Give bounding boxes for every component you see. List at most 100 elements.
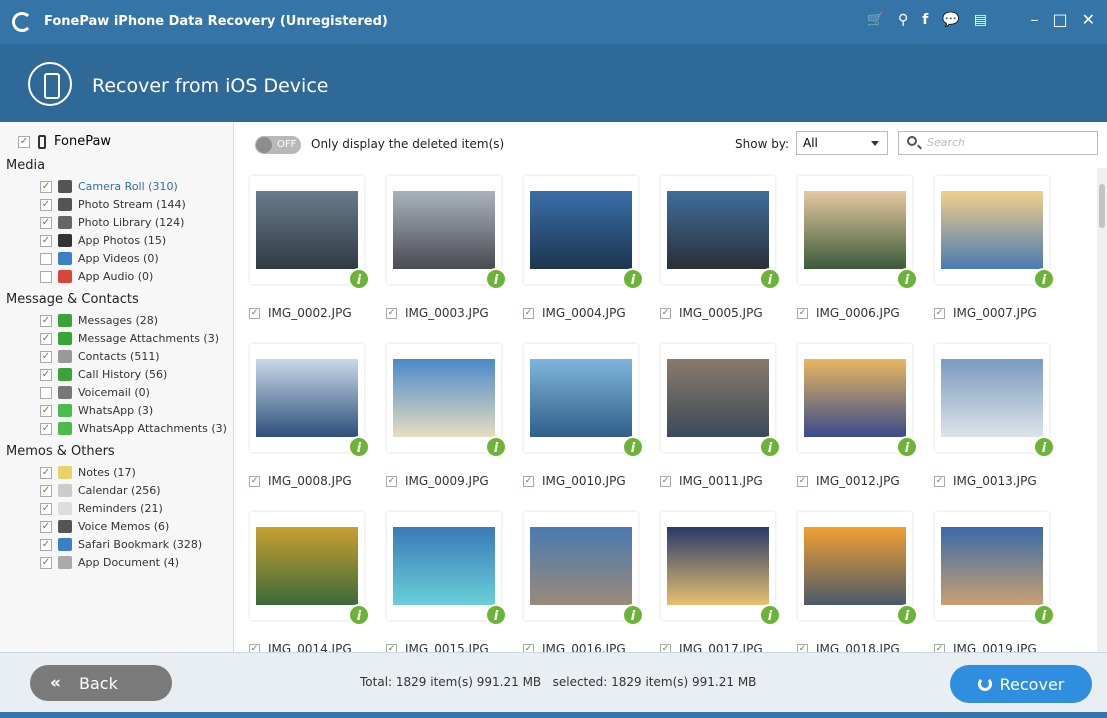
sidebar-item[interactable]: ✓ Message Attachments (3) (40, 332, 219, 345)
photo-thumbnail[interactable]: i (798, 344, 918, 458)
register-icon[interactable]: ▤ (974, 12, 987, 28)
photo-thumbnail[interactable]: i (935, 344, 1055, 458)
sidebar-item[interactable]: ✓ Notes (17) (40, 466, 136, 479)
photo-thumbnail[interactable]: i (387, 176, 507, 290)
sidebar-item-checkbox[interactable]: ✓ (40, 484, 52, 497)
info-icon[interactable]: i (1033, 436, 1055, 458)
photo-thumbnail[interactable]: i (250, 512, 370, 626)
info-icon[interactable]: i (348, 604, 370, 626)
photo-checkbox[interactable]: ✓ (660, 643, 671, 652)
sidebar-item-checkbox[interactable]: ✓ (40, 520, 52, 533)
photo-thumbnail[interactable]: i (798, 176, 918, 290)
sidebar-item-checkbox[interactable]: ✓ (40, 538, 52, 551)
deleted-only-toggle[interactable]: OFF (255, 136, 301, 154)
info-icon[interactable]: i (759, 604, 781, 626)
info-icon[interactable]: i (622, 604, 644, 626)
photo-tile[interactable]: i ✓ IMG_0009.JPG (372, 336, 508, 496)
info-icon[interactable]: i (1033, 604, 1055, 626)
scrollbar-thumb[interactable] (1099, 184, 1105, 228)
info-icon[interactable]: i (348, 436, 370, 458)
sidebar-item-checkbox[interactable]: ✓ (40, 234, 52, 247)
photo-tile[interactable]: i ✓ IMG_0019.JPG (920, 504, 1056, 652)
photo-checkbox[interactable]: ✓ (249, 643, 260, 652)
photo-checkbox[interactable]: ✓ (386, 307, 397, 319)
sidebar-item[interactable]: ✓ Camera Roll (310) (40, 180, 178, 193)
sidebar-item[interactable]: ✓ Photo Library (124) (40, 216, 184, 229)
sidebar-item[interactable]: ✓ Voice Memos (6) (40, 520, 169, 533)
sidebar-item-checkbox[interactable]: ✓ (40, 422, 52, 435)
sidebar-item-checkbox[interactable]: ✓ (40, 368, 52, 381)
grid-scrollbar[interactable] (1097, 168, 1107, 652)
sidebar-item[interactable]: ✓ Safari Bookmark (328) (40, 538, 202, 551)
maximize-icon[interactable]: □ (1052, 10, 1067, 29)
photo-tile[interactable]: i ✓ IMG_0014.JPG (235, 504, 371, 652)
chat-icon[interactable]: 💬 (942, 12, 959, 28)
sidebar-item[interactable]: ✓ App Document (4) (40, 556, 179, 569)
photo-tile[interactable]: i ✓ IMG_0006.JPG (783, 168, 919, 328)
photo-thumbnail[interactable]: i (524, 512, 644, 626)
sidebar-item[interactable]: ✓ App Photos (15) (40, 234, 166, 247)
device-root[interactable]: ✓ FonePaw (18, 134, 111, 149)
info-icon[interactable]: i (896, 436, 918, 458)
cart-icon[interactable]: 🛒 (867, 12, 884, 28)
photo-tile[interactable]: i ✓ IMG_0018.JPG (783, 504, 919, 652)
sidebar-item[interactable]: ✓ App Videos (0) (40, 252, 159, 265)
sidebar-item-checkbox[interactable]: ✓ (40, 314, 52, 327)
photo-checkbox[interactable]: ✓ (386, 643, 397, 652)
info-icon[interactable]: i (485, 436, 507, 458)
photo-tile[interactable]: i ✓ IMG_0004.JPG (509, 168, 645, 328)
photo-tile[interactable]: i ✓ IMG_0005.JPG (646, 168, 782, 328)
photo-checkbox[interactable]: ✓ (797, 643, 808, 652)
info-icon[interactable]: i (485, 268, 507, 290)
photo-checkbox[interactable]: ✓ (523, 643, 534, 652)
sidebar-item-checkbox[interactable]: ✓ (40, 216, 52, 229)
sidebar-item[interactable]: ✓ Voicemail (0) (40, 386, 150, 399)
photo-checkbox[interactable]: ✓ (660, 307, 671, 319)
photo-checkbox[interactable]: ✓ (797, 307, 808, 319)
sidebar-item[interactable]: ✓ App Audio (0) (40, 270, 153, 283)
info-icon[interactable]: i (348, 268, 370, 290)
close-icon[interactable]: ✕ (1082, 10, 1095, 29)
photo-checkbox[interactable]: ✓ (523, 475, 534, 487)
photo-thumbnail[interactable]: i (250, 344, 370, 458)
info-icon[interactable]: i (896, 268, 918, 290)
recover-button[interactable]: Recover (950, 665, 1092, 703)
photo-checkbox[interactable]: ✓ (934, 475, 945, 487)
info-icon[interactable]: i (622, 268, 644, 290)
sidebar-item[interactable]: ✓ Call History (56) (40, 368, 167, 381)
photo-checkbox[interactable]: ✓ (249, 307, 260, 319)
sidebar-item-checkbox[interactable]: ✓ (40, 386, 52, 399)
photo-checkbox[interactable]: ✓ (934, 643, 945, 652)
sidebar-item-checkbox[interactable]: ✓ (40, 556, 52, 569)
sidebar-item[interactable]: ✓ Calendar (256) (40, 484, 161, 497)
photo-thumbnail[interactable]: i (661, 344, 781, 458)
photo-checkbox[interactable]: ✓ (797, 475, 808, 487)
info-icon[interactable]: i (896, 604, 918, 626)
photo-thumbnail[interactable]: i (935, 512, 1055, 626)
photo-thumbnail[interactable]: i (661, 176, 781, 290)
photo-thumbnail[interactable]: i (524, 344, 644, 458)
sidebar-item-checkbox[interactable]: ✓ (40, 180, 52, 193)
info-icon[interactable]: i (1033, 268, 1055, 290)
photo-thumbnail[interactable]: i (387, 512, 507, 626)
info-icon[interactable]: i (622, 436, 644, 458)
sidebar-item-checkbox[interactable]: ✓ (40, 466, 52, 479)
photo-tile[interactable]: i ✓ IMG_0003.JPG (372, 168, 508, 328)
photo-tile[interactable]: i ✓ IMG_0011.JPG (646, 336, 782, 496)
photo-checkbox[interactable]: ✓ (249, 475, 260, 487)
photo-thumbnail[interactable]: i (524, 176, 644, 290)
sidebar-item[interactable]: ✓ WhatsApp Attachments (3) (40, 422, 227, 435)
photo-checkbox[interactable]: ✓ (523, 307, 534, 319)
photo-thumbnail[interactable]: i (661, 512, 781, 626)
sidebar-item-checkbox[interactable]: ✓ (40, 502, 52, 515)
sidebar-item-checkbox[interactable]: ✓ (40, 198, 52, 211)
sidebar-item[interactable]: ✓ Photo Stream (144) (40, 198, 186, 211)
sidebar-item-checkbox[interactable]: ✓ (40, 332, 52, 345)
photo-checkbox[interactable]: ✓ (386, 475, 397, 487)
search-input[interactable]: Search (898, 131, 1098, 155)
key-icon[interactable]: ⚲ (898, 12, 908, 28)
photo-tile[interactable]: i ✓ IMG_0007.JPG (920, 168, 1056, 328)
photo-tile[interactable]: i ✓ IMG_0010.JPG (509, 336, 645, 496)
photo-tile[interactable]: i ✓ IMG_0008.JPG (235, 336, 371, 496)
sidebar-item[interactable]: ✓ Reminders (21) (40, 502, 163, 515)
